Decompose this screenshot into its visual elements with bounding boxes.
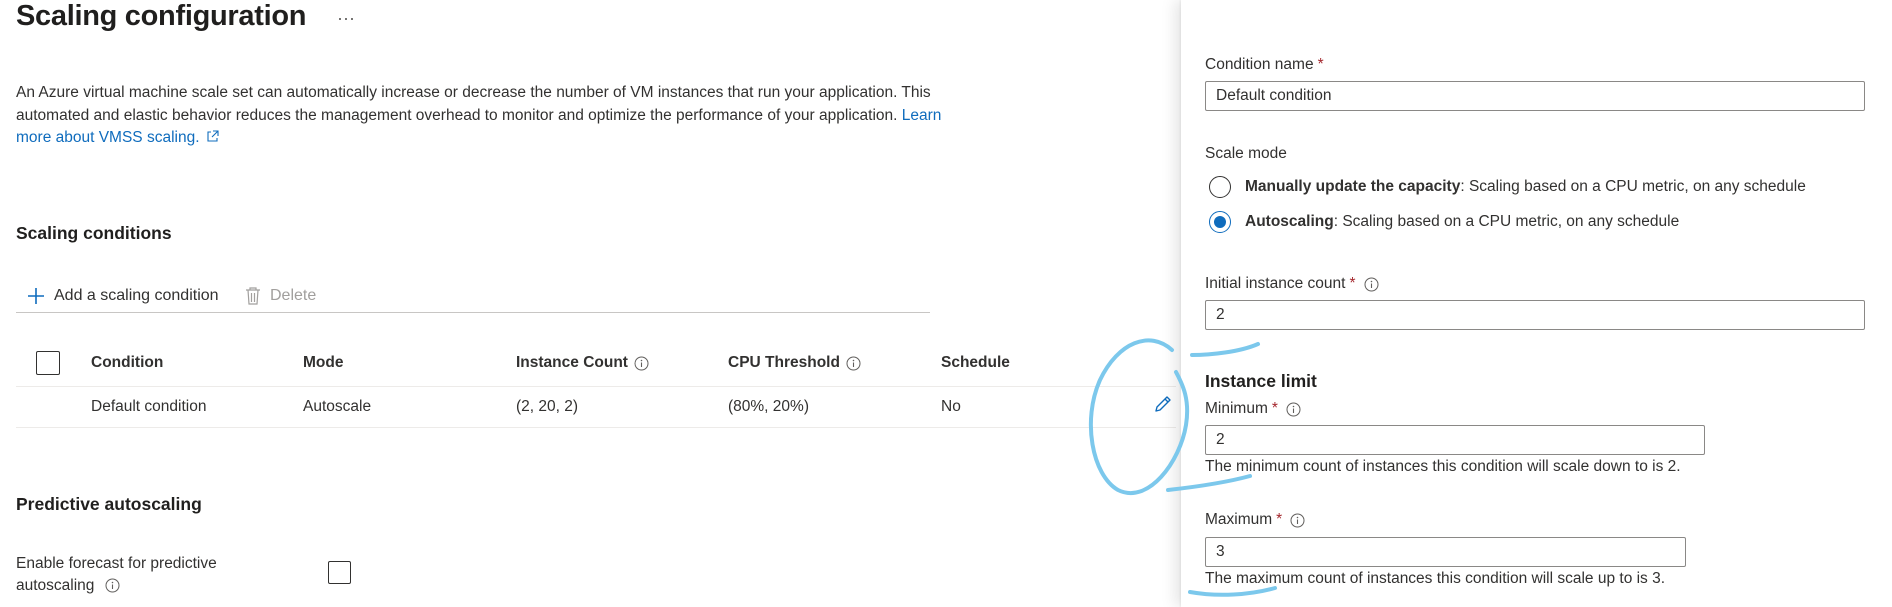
column-header-instance-count[interactable]: Instance Count xyxy=(516,340,649,386)
radio-manual-text: Manually update the capacity: Scaling ba… xyxy=(1245,178,1806,195)
forecast-checkbox[interactable] xyxy=(328,561,351,584)
radio-button-selected[interactable] xyxy=(1209,211,1231,233)
minimum-help-text: The minimum count of instances this cond… xyxy=(1205,458,1681,475)
required-marker: * xyxy=(1349,275,1356,292)
edit-pencil-icon[interactable] xyxy=(1152,393,1174,415)
external-link-icon xyxy=(206,130,219,142)
column-header-condition[interactable]: Condition xyxy=(91,340,163,386)
info-icon[interactable] xyxy=(1364,277,1379,292)
initial-instance-count-input[interactable] xyxy=(1205,300,1865,330)
page: Scaling configuration ··· An Azure virtu… xyxy=(0,0,1892,607)
page-title: Scaling configuration xyxy=(16,0,307,32)
conditions-toolbar: Add a scaling condition Delete xyxy=(16,282,930,313)
forecast-label: Enable forecast for predictive autoscali… xyxy=(16,553,256,597)
more-options-button[interactable]: ··· xyxy=(337,8,355,29)
page-description: An Azure virtual machine scale set can a… xyxy=(16,82,946,150)
column-header-mode[interactable]: Mode xyxy=(303,340,343,386)
minimum-label-text: Minimum xyxy=(1205,400,1268,417)
conditions-table-header: Condition Mode Instance Count CPU Thresh… xyxy=(16,340,1176,387)
scaling-conditions-title: Scaling conditions xyxy=(16,223,172,243)
cell-instance-count: (2, 20, 2) xyxy=(516,398,579,415)
delete-label: Delete xyxy=(270,287,317,304)
condition-panel: Condition name* Scale mode Manually upda… xyxy=(1181,0,1892,607)
minimum-input[interactable] xyxy=(1205,425,1705,455)
info-icon[interactable] xyxy=(1286,402,1301,417)
minimum-label: Minimum * xyxy=(1205,400,1301,418)
table-row: Default condition Autoscale (2, 20, 2) (… xyxy=(16,387,1176,428)
required-marker: * xyxy=(1276,511,1283,528)
required-marker: * xyxy=(1317,56,1324,73)
cpu-threshold-header-label: CPU Threshold xyxy=(728,354,840,371)
initial-count-label-text: Initial instance count xyxy=(1205,275,1346,292)
info-icon[interactable] xyxy=(634,356,649,371)
plus-icon xyxy=(28,288,44,304)
condition-name-label-text: Condition name xyxy=(1205,56,1314,73)
condition-link[interactable]: Default condition xyxy=(91,387,206,427)
description-text: An Azure virtual machine scale set can a… xyxy=(16,84,931,124)
radio-manual-capacity[interactable]: Manually update the capacity: Scaling ba… xyxy=(1209,176,1806,198)
scale-mode-label: Scale mode xyxy=(1205,145,1287,162)
predictive-autoscaling-title: Predictive autoscaling xyxy=(16,494,202,514)
cell-schedule: No xyxy=(941,398,961,415)
trash-icon xyxy=(246,287,260,305)
add-scaling-condition-button[interactable]: Add a scaling condition xyxy=(26,282,219,310)
condition-name-label: Condition name * xyxy=(1205,56,1324,74)
condition-name-input[interactable] xyxy=(1205,81,1865,111)
instance-limit-title: Instance limit xyxy=(1205,371,1317,391)
maximum-input[interactable] xyxy=(1205,537,1686,567)
maximum-label: Maximum * xyxy=(1205,511,1305,529)
required-marker: * xyxy=(1271,400,1278,417)
column-header-schedule[interactable]: Schedule xyxy=(941,340,1010,386)
add-scaling-condition-label: Add a scaling condition xyxy=(54,287,219,304)
radio-button[interactable] xyxy=(1209,176,1231,198)
radio-autoscaling[interactable]: Autoscaling: Scaling based on a CPU metr… xyxy=(1209,211,1679,233)
info-icon[interactable] xyxy=(105,578,120,593)
instance-count-header-label: Instance Count xyxy=(516,354,628,371)
info-icon[interactable] xyxy=(846,356,861,371)
info-icon[interactable] xyxy=(1290,513,1305,528)
radio-auto-text: Autoscaling: Scaling based on a CPU metr… xyxy=(1245,213,1680,230)
delete-button[interactable]: Delete xyxy=(244,282,316,310)
column-header-cpu-threshold[interactable]: CPU Threshold xyxy=(728,340,861,386)
cell-mode: Autoscale xyxy=(303,398,372,415)
select-all-checkbox[interactable] xyxy=(36,351,60,375)
maximum-help-text: The maximum count of instances this cond… xyxy=(1205,570,1666,587)
main-content: Scaling configuration ··· An Azure virtu… xyxy=(0,0,1180,607)
cell-cpu-threshold: (80%, 20%) xyxy=(728,398,809,415)
maximum-label-text: Maximum xyxy=(1205,511,1273,528)
initial-instance-count-label: Initial instance count * xyxy=(1205,275,1379,293)
